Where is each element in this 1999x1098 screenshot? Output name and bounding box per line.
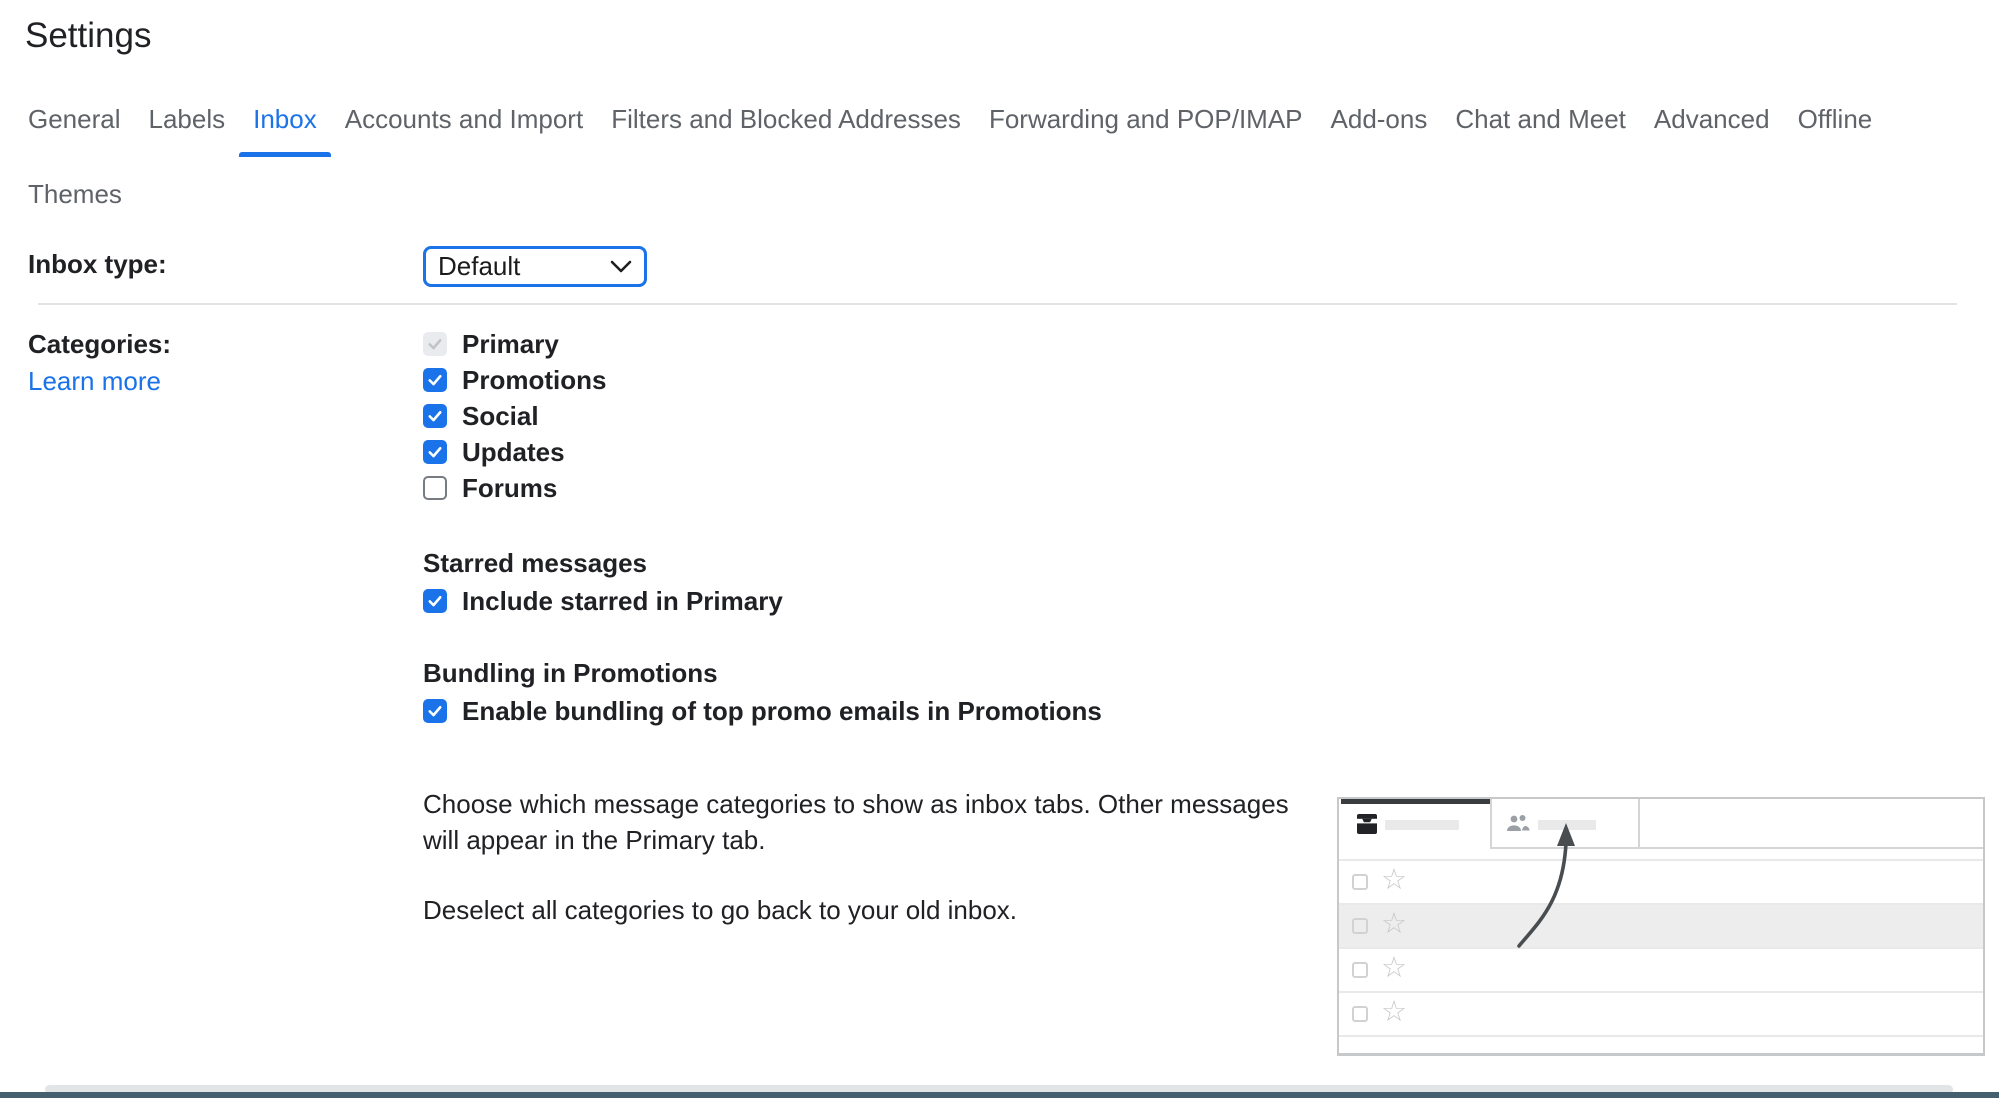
tab-labels[interactable]: Labels: [149, 102, 226, 136]
inbox-type-label: Inbox type:: [28, 249, 167, 280]
checkbox-social[interactable]: [423, 404, 447, 428]
category-label: Updates: [462, 437, 565, 467]
description-paragraph-1: Choose which message categories to show …: [423, 786, 1303, 858]
starred-messages-options: Include starred in Primary: [423, 583, 783, 619]
check-icon: [426, 335, 444, 353]
checkbox-icon: [1352, 874, 1368, 890]
people-icon: [1505, 814, 1531, 834]
checkbox-icon: [1352, 918, 1368, 934]
checkbox-forums[interactable]: [423, 476, 447, 500]
starred-option-label: Include starred in Primary: [462, 586, 783, 616]
learn-more-link[interactable]: Learn more: [28, 366, 161, 397]
star-icon: ☆: [1381, 916, 1407, 932]
settings-page: Settings General Labels Inbox Accounts a…: [0, 0, 1999, 1098]
starred-option-row: Include starred in Primary: [423, 583, 783, 619]
illustration-message-list: ☆ ☆ ☆ ☆: [1339, 859, 1983, 1056]
illustration-message-row: ☆: [1339, 991, 1983, 1035]
checkbox-include-starred-in-primary[interactable]: [423, 589, 447, 613]
bundling-heading: Bundling in Promotions: [423, 658, 718, 689]
checkbox-enable-bundling[interactable]: [423, 699, 447, 723]
inbox-type-selected-value: Default: [438, 251, 520, 282]
illustration-message-row: ☆: [1339, 947, 1983, 991]
checkbox-updates[interactable]: [423, 440, 447, 464]
tab-chat-and-meet[interactable]: Chat and Meet: [1455, 102, 1626, 136]
tab-accounts-and-import[interactable]: Accounts and Import: [345, 102, 583, 136]
checkbox-icon: [1352, 1006, 1368, 1022]
checkbox-icon: [1352, 962, 1368, 978]
tab-offline[interactable]: Offline: [1798, 102, 1873, 136]
categories-list: Primary Promotions Social Updates Forums: [423, 326, 606, 506]
category-label: Primary: [462, 329, 559, 359]
category-row-primary: Primary: [423, 326, 606, 362]
tab-general[interactable]: General: [28, 102, 121, 136]
category-label: Social: [462, 401, 539, 431]
check-icon: [426, 371, 444, 389]
active-tab-underline: [239, 152, 331, 157]
settings-tab-bar: General Labels Inbox Accounts and Import…: [28, 102, 1872, 136]
star-icon: ☆: [1381, 960, 1407, 976]
illustration-empty-tab-area: [1640, 799, 1983, 849]
tab-label-placeholder: [1385, 820, 1459, 830]
category-row-updates: Updates: [423, 434, 606, 470]
category-row-promotions: Promotions: [423, 362, 606, 398]
bundling-options: Enable bundling of top promo emails in P…: [423, 693, 1102, 729]
check-icon: [426, 592, 444, 610]
chevron-down-icon: [610, 260, 632, 274]
illustration-social-tab: [1492, 799, 1640, 849]
tab-inbox[interactable]: Inbox: [253, 102, 317, 136]
category-label: Promotions: [462, 365, 606, 395]
inbox-tabs-illustration: ☆ ☆ ☆ ☆: [1337, 797, 1985, 1056]
settings-tab-bar-row2: Themes: [28, 177, 122, 211]
checkbox-promotions[interactable]: [423, 368, 447, 392]
section-divider: [38, 303, 1957, 305]
tab-advanced[interactable]: Advanced: [1654, 102, 1770, 136]
description-paragraph-2: Deselect all categories to go back to yo…: [423, 892, 1303, 928]
tab-add-ons[interactable]: Add-ons: [1331, 102, 1428, 136]
tab-filters-and-blocked-addresses[interactable]: Filters and Blocked Addresses: [611, 102, 961, 136]
illustration-empty-row: [1339, 1035, 1983, 1056]
check-icon: [426, 702, 444, 720]
checkbox-primary: [423, 332, 447, 356]
check-icon: [426, 407, 444, 425]
category-row-social: Social: [423, 398, 606, 434]
starred-messages-heading: Starred messages: [423, 548, 647, 579]
category-label: Forums: [462, 473, 557, 503]
star-icon: ☆: [1381, 1004, 1407, 1020]
window-bottom-edge: [0, 1092, 1999, 1098]
category-row-forums: Forums: [423, 470, 606, 506]
star-icon: ☆: [1381, 872, 1407, 888]
tab-themes[interactable]: Themes: [28, 177, 122, 211]
inbox-type-select[interactable]: Default: [423, 246, 647, 287]
active-tab-top-bar: [1341, 799, 1490, 804]
illustration-message-row-highlighted: ☆: [1339, 903, 1983, 947]
illustration-primary-tab: [1339, 799, 1492, 849]
bundling-option-label: Enable bundling of top promo emails in P…: [462, 696, 1102, 726]
inbox-icon: [1355, 812, 1379, 836]
illustration-message-row: ☆: [1339, 859, 1983, 903]
tab-label-placeholder: [1538, 820, 1596, 830]
check-icon: [426, 443, 444, 461]
tab-forwarding-and-pop-imap[interactable]: Forwarding and POP/IMAP: [989, 102, 1303, 136]
categories-description: Choose which message categories to show …: [423, 786, 1303, 928]
bundling-option-row: Enable bundling of top promo emails in P…: [423, 693, 1102, 729]
categories-label: Categories:: [28, 329, 171, 360]
page-title: Settings: [25, 14, 151, 58]
